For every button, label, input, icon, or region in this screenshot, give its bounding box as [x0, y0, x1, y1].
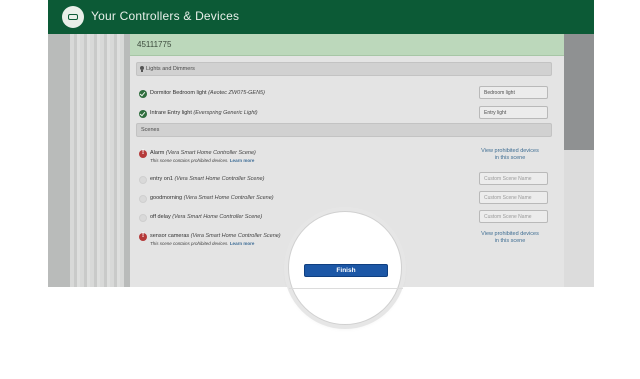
empty-circle-icon — [139, 176, 147, 184]
device-model: (Aeotec ZW075-GEN5) — [208, 90, 265, 96]
view-prohibited-line1: View prohibited devices — [481, 231, 539, 237]
finish-button[interactable]: Finish — [304, 264, 388, 277]
scene-name: goodmorning — [150, 195, 183, 201]
scene-model: (Vera Smart Home Controller Scene) — [190, 233, 281, 239]
page-title: Your Controllers & Devices — [91, 9, 240, 23]
empty-circle-icon — [139, 214, 147, 222]
scene-row: goodmorning (Vera Smart Home Controller … — [136, 191, 552, 208]
scene-name: entry on1 — [150, 176, 173, 182]
scene-name: sensor cameras — [150, 233, 190, 239]
section-lights-label: Lights and Dimmers — [146, 66, 195, 72]
controller-bar: 45111775 — [130, 34, 564, 56]
check-circle-icon — [139, 90, 147, 98]
scene-model: (Vera Smart Home Controller Scene) — [183, 195, 274, 201]
bulb-icon — [140, 66, 144, 72]
device-row: Dormitor Bedroom light (Aeotec ZW075-GEN… — [136, 86, 552, 103]
device-row: Intrare Entry light (Everspring Generic … — [136, 106, 552, 123]
warning-circle-icon — [139, 149, 147, 158]
controller-id: 45111775 — [137, 40, 172, 49]
scene-model: (Vera Smart Home Controller Scene) — [172, 214, 263, 220]
magnifier-callout: Finish — [288, 211, 403, 325]
cabinet — [564, 150, 594, 287]
scene-name-input[interactable]: Custom Scene Name — [479, 191, 548, 204]
device-name: Dormitor Bedroom light — [150, 90, 207, 96]
scene-model: (Vera Smart Home Controller Scene) — [174, 176, 265, 182]
device-name-input[interactable]: Bedroom light — [479, 86, 548, 99]
view-prohibited-line2: in this scene — [494, 155, 526, 161]
scene-name-input[interactable]: Custom Scene Name — [479, 172, 548, 185]
warning-circle-icon — [139, 232, 147, 241]
scene-name: off delay — [150, 214, 171, 220]
learn-more-link[interactable]: Learn more — [230, 158, 255, 163]
scene-note: This scene contains prohibited devices. — [150, 158, 229, 163]
section-scenes-label: Scenes — [141, 127, 160, 133]
view-prohibited-link[interactable]: View prohibited devices in this scene — [474, 148, 546, 162]
view-prohibited-line1: View prohibited devices — [481, 148, 539, 154]
curtain-left — [70, 34, 124, 287]
vera-logo-icon — [62, 6, 84, 28]
scene-row: Alarm (Vera Smart Home Controller Scene)… — [136, 148, 552, 163]
section-lights: Lights and Dimmers — [136, 62, 552, 76]
top-bar: Your Controllers & Devices — [48, 0, 594, 34]
scene-row: entry on1 (Vera Smart Home Controller Sc… — [136, 172, 552, 189]
device-name-input[interactable]: Entry light — [479, 106, 548, 119]
view-prohibited-link[interactable]: View prohibited devices in this scene — [474, 231, 546, 245]
check-circle-icon — [139, 110, 147, 118]
scene-model: (Vera Smart Home Controller Scene) — [165, 150, 256, 156]
device-model: (Everspring Generic Light) — [193, 110, 258, 116]
scene-note: This scene contains prohibited devices. — [150, 241, 229, 246]
scene-name: Alarm — [150, 150, 165, 156]
empty-circle-icon — [139, 195, 147, 203]
device-name: Intrare Entry light — [150, 110, 192, 116]
section-scenes: Scenes — [136, 123, 552, 137]
scene-name-input[interactable]: Custom Scene Name — [479, 210, 548, 223]
page: Your Controllers & Devices 45111775 Ligh… — [0, 0, 640, 379]
learn-more-link[interactable]: Learn more — [230, 241, 255, 246]
view-prohibited-line2: in this scene — [494, 238, 526, 244]
divider — [289, 288, 403, 289]
